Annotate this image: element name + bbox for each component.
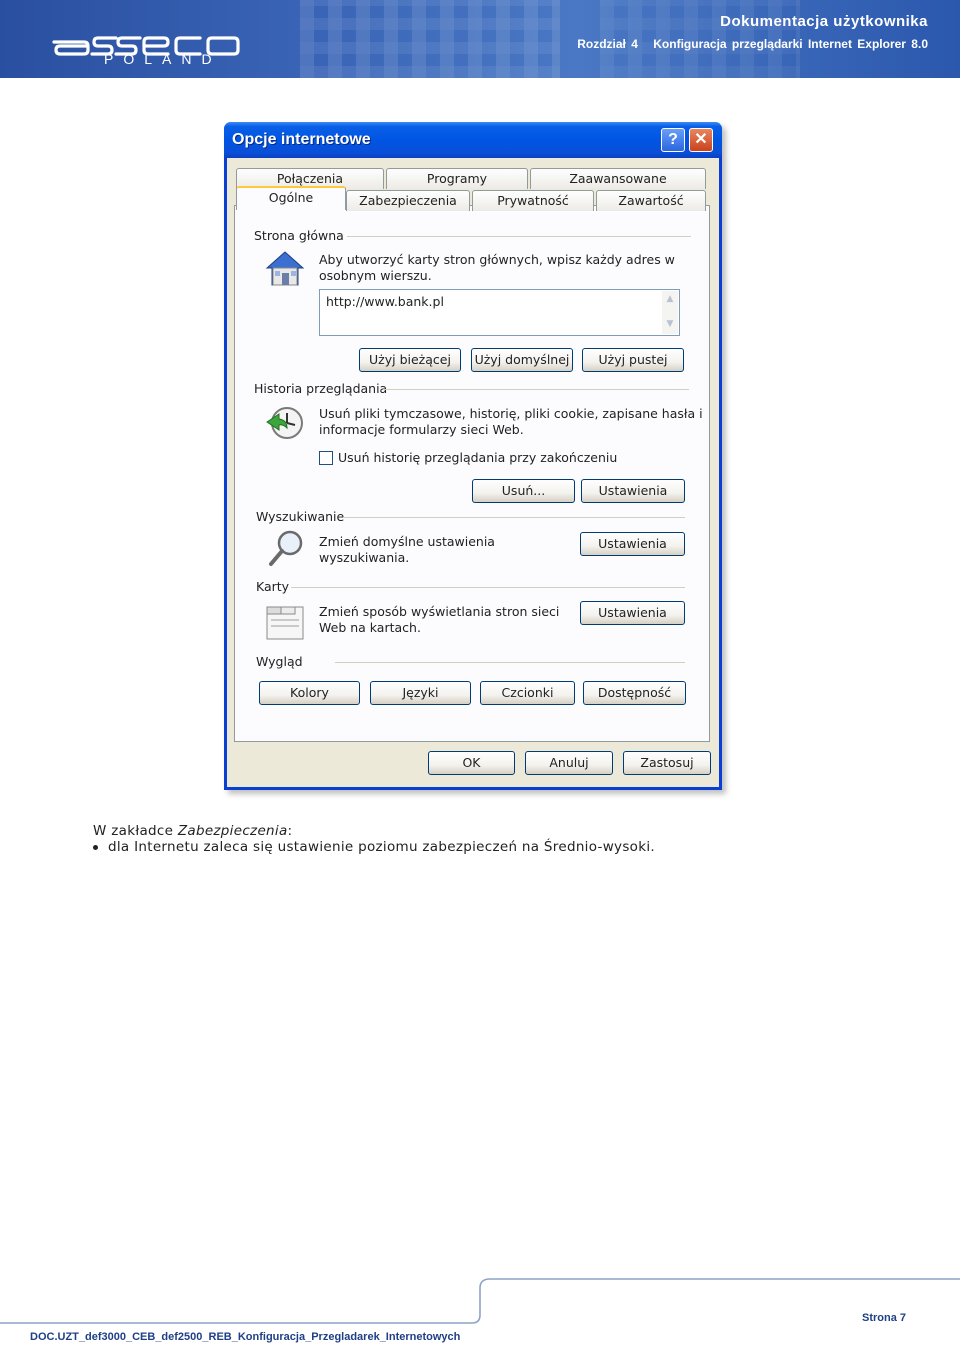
url-scrollbar[interactable]: ▲ ▼ xyxy=(662,291,678,334)
document-title: Dokumentacja użytkownika xyxy=(720,13,928,30)
homepage-description-line1: Aby utworzyć karty stron głównych, wpisz… xyxy=(319,252,675,267)
dialog-title: Opcje internetowe xyxy=(232,131,371,148)
general-tab-panel: Strona główna Aby utworzyć karty stron g… xyxy=(234,205,710,742)
document-code: DOC.UZT_def3000_CEB_def2500_REB_Konfigur… xyxy=(30,1331,461,1343)
divider xyxy=(347,236,691,237)
homepage-url-field[interactable]: http://www.bank.pl ▲ ▼ xyxy=(319,289,680,336)
delete-history-on-exit-label: Usuń historię przeglądania przy zakończe… xyxy=(338,450,618,465)
history-description-line2: informacje formularzy sieci Web. xyxy=(319,422,524,437)
delete-history-button[interactable]: Usuń... xyxy=(472,479,575,503)
history-clock-icon xyxy=(266,407,303,439)
header-banner: POLAND Dokumentacja użytkownika Rozdział… xyxy=(0,0,960,78)
intro-suffix: : xyxy=(287,823,293,839)
bullet-item: dla Internetu zaleca się ustawienie pozi… xyxy=(108,839,655,855)
search-description-line2: wyszukiwania. xyxy=(319,550,410,565)
cancel-button[interactable]: Anuluj xyxy=(525,751,613,775)
fonts-button[interactable]: Czcionki xyxy=(480,681,575,705)
help-button[interactable]: ? xyxy=(661,128,685,152)
homepage-url-value: http://www.bank.pl xyxy=(326,294,444,309)
apply-button[interactable]: Zastosuj xyxy=(623,751,711,775)
bullet-marker xyxy=(93,845,98,850)
page-number: Strona 7 xyxy=(862,1312,907,1324)
tabs-description-line1: Zmień sposób wyświetlania stron sieci xyxy=(319,604,560,619)
intro-prefix: W zakładce xyxy=(93,823,178,839)
languages-button[interactable]: Języki xyxy=(370,681,471,705)
search-magnifier-icon xyxy=(269,530,303,566)
dialog-titlebar[interactable]: Opcje internetowe ? ✕ xyxy=(224,122,722,158)
use-default-button[interactable]: Użyj domyślnej xyxy=(471,348,573,372)
tabs-window-icon xyxy=(266,606,304,640)
tab-advanced[interactable]: Zaawansowane xyxy=(530,168,706,189)
tab-content[interactable]: Zawartość xyxy=(596,190,706,211)
appearance-group-label: Wygląd xyxy=(256,654,303,669)
search-settings-button[interactable]: Ustawienia xyxy=(580,532,685,556)
homepage-group-label: Strona główna xyxy=(254,228,344,243)
history-settings-button[interactable]: Ustawienia xyxy=(581,479,685,503)
history-description-line1: Usuń pliki tymczasowe, historię, pliki c… xyxy=(319,406,703,421)
divider xyxy=(383,389,689,390)
accessibility-button[interactable]: Dostępność xyxy=(583,681,686,705)
tab-programs[interactable]: Programy xyxy=(386,168,528,189)
tabs-settings-button[interactable]: Ustawienia xyxy=(580,601,685,625)
tabs-group-label: Karty xyxy=(256,579,290,594)
divider xyxy=(343,517,685,518)
tab-general[interactable]: Ogólne xyxy=(236,186,346,210)
footer-divider xyxy=(0,1278,960,1324)
delete-history-on-exit-checkbox[interactable] xyxy=(319,451,333,465)
use-current-button[interactable]: Użyj bieżącej xyxy=(359,348,461,372)
use-blank-button[interactable]: Użyj pustej xyxy=(582,348,684,372)
close-button[interactable]: ✕ xyxy=(689,128,713,152)
chapter-number: Rozdział 4 xyxy=(577,37,638,51)
tab-security[interactable]: Zabezpieczenia xyxy=(346,190,470,211)
banner-pattern xyxy=(300,0,560,78)
search-description-line1: Zmień domyślne ustawienia xyxy=(319,534,495,549)
logo-subtitle: POLAND xyxy=(104,51,222,67)
divider xyxy=(291,587,685,588)
chapter-title: Konfiguracja przeglądarki Internet Explo… xyxy=(653,37,928,51)
scroll-up-icon: ▲ xyxy=(666,294,674,304)
divider xyxy=(335,662,685,663)
colors-button[interactable]: Kolory xyxy=(259,681,360,705)
homepage-description-line2: osobnym wierszu. xyxy=(319,268,432,283)
tabs-description-line2: Web na kartach. xyxy=(319,620,421,635)
search-group-label: Wyszukiwanie xyxy=(256,509,345,524)
internet-options-dialog: Opcje internetowe ? ✕ Połączenia Program… xyxy=(224,122,722,790)
tab-privacy[interactable]: Prywatność xyxy=(472,190,594,211)
chapter-heading: Rozdział 4 Konfiguracja przeglądarki Int… xyxy=(577,37,928,51)
intro-paragraph: W zakładce Zabezpieczenia: xyxy=(93,823,292,839)
history-group-label: Historia przeglądania xyxy=(254,381,388,396)
home-icon xyxy=(265,251,305,286)
scroll-down-icon: ▼ xyxy=(666,319,674,329)
ok-button[interactable]: OK xyxy=(428,751,515,775)
intro-italic-term: Zabezpieczenia xyxy=(177,823,288,839)
